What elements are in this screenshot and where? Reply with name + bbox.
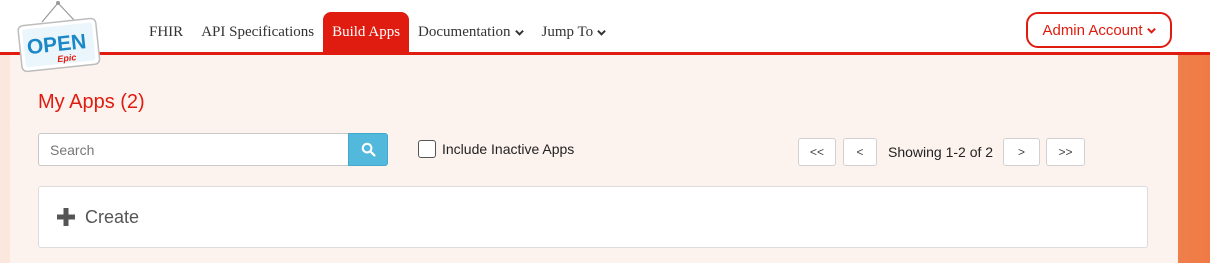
nav-api-specifications[interactable]: API Specifications: [192, 12, 323, 52]
include-inactive-apps: Include Inactive Apps: [418, 140, 574, 158]
next-page-button[interactable]: >: [1003, 138, 1040, 166]
last-page-button[interactable]: >>: [1046, 138, 1085, 166]
nav-jump-to[interactable]: Jump To: [533, 12, 616, 52]
search-button[interactable]: [348, 133, 388, 166]
search-icon: [361, 142, 376, 157]
first-page-button[interactable]: <<: [798, 138, 836, 166]
page-title: My Apps (2): [38, 91, 145, 113]
admin-account-label: Admin Account: [1042, 21, 1143, 39]
chevron-down-icon: [597, 29, 606, 36]
create-app-card[interactable]: Create: [38, 186, 1148, 248]
include-inactive-checkbox[interactable]: [418, 140, 436, 158]
nav-fhir[interactable]: FHIR: [140, 12, 192, 52]
pagination-status: Showing 1-2 of 2: [888, 144, 994, 160]
logo-epic-text: Epic: [57, 52, 77, 64]
include-inactive-label: Include Inactive Apps: [442, 141, 575, 157]
nav-jump-to-label: Jump To: [541, 23, 594, 40]
nav-build-apps-label: Build Apps: [332, 23, 401, 40]
nav-api-specifications-label: API Specifications: [201, 23, 315, 40]
top-navbar: FHIR API Specifications Build Apps Docum…: [0, 0, 1210, 55]
create-label: Create: [85, 206, 140, 227]
nav-build-apps[interactable]: Build Apps: [323, 12, 410, 52]
nav-documentation[interactable]: Documentation: [409, 12, 532, 52]
search-input[interactable]: [38, 133, 349, 166]
prev-page-button[interactable]: <: [843, 138, 877, 166]
main-nav: FHIR API Specifications Build Apps Docum…: [140, 12, 615, 52]
admin-account-button[interactable]: Admin Account: [1026, 12, 1172, 48]
main-panel: My Apps (2) Include Inactive Apps << < S…: [10, 55, 1178, 263]
nav-fhir-label: FHIR: [149, 23, 184, 40]
open-epic-logo[interactable]: OPEN Epic: [12, 0, 104, 80]
chevron-down-icon: [1146, 27, 1156, 34]
nav-documentation-label: Documentation: [418, 23, 511, 40]
chevron-down-icon: [514, 29, 524, 36]
search-group: [38, 133, 388, 166]
plus-icon: [57, 208, 75, 226]
